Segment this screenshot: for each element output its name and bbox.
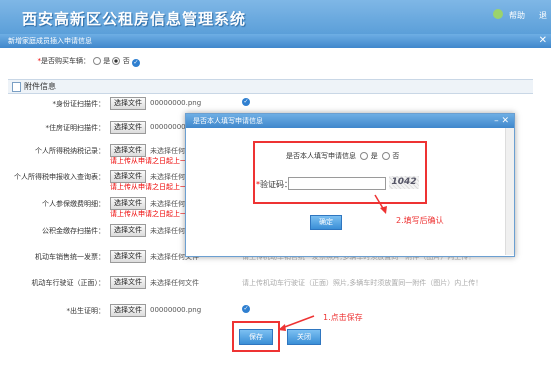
- check-icon: ✓: [242, 305, 250, 313]
- car-purchase-label: *是否购买车辆：: [37, 57, 91, 65]
- file-name: 未选择任何: [150, 200, 185, 208]
- dialog-title: 新增家庭成员插入申请信息: [8, 37, 92, 45]
- upload-warning: 请上传从申请之日起上一: [110, 210, 187, 218]
- self-fill-modal: 是否本人填写申请信息 – ✕ 是否本人填写申请信息 是 否 *验证码： 1042…: [185, 113, 515, 257]
- car-yes-radio[interactable]: [93, 57, 101, 65]
- section-attachments: 附件信息: [8, 79, 533, 94]
- close-icon[interactable]: – ✕: [494, 114, 509, 128]
- file-name: 00000000.png: [150, 99, 202, 107]
- help-icon[interactable]: [493, 9, 503, 19]
- choose-file-button[interactable]: 选择文件: [110, 97, 146, 110]
- self-yes-label: 是: [370, 152, 378, 160]
- upload-hint: 请上传机动车行驶证（正面）照片,多辆车时须放置同一附件（图片）内上传！: [242, 279, 483, 287]
- row-id-card: *身份证扫描件： 选择文件 00000000.png ✓: [0, 95, 540, 113]
- modal-title: 是否本人填写申请信息: [193, 117, 263, 125]
- car-no-radio[interactable]: [112, 57, 121, 65]
- upload-warning: 请上传从申请之日起上一: [110, 157, 187, 165]
- row-label: 机动车销售统一发票：: [35, 253, 105, 261]
- row-label: *出生证明：: [66, 307, 106, 315]
- confirm-button[interactable]: 确定: [310, 215, 342, 230]
- row-label: 个人参保缴费明细：: [42, 200, 105, 208]
- captcha-image[interactable]: 1042: [389, 176, 419, 189]
- row-label: 个人所得税纳税记录：: [35, 147, 105, 155]
- file-name: 00000000.png: [150, 306, 202, 314]
- self-no-label: 否: [392, 152, 400, 160]
- system-title: 西安高新区公租房信息管理系统: [22, 10, 247, 28]
- dialog-titlebar: 新增家庭成员插入申请信息 ✕: [0, 34, 551, 48]
- choose-file-button[interactable]: 选择文件: [110, 250, 146, 263]
- modal-scrollbar[interactable]: [505, 128, 514, 255]
- check-icon: ✓: [131, 59, 140, 67]
- car-purchase-row: *是否购买车辆： 是 否 ✓: [0, 53, 540, 67]
- annotation-step2: 2.填写后确认: [396, 216, 444, 225]
- section-title: 附件信息: [24, 82, 56, 91]
- check-icon: ✓: [242, 98, 250, 106]
- captcha-label: *验证码：: [256, 180, 292, 189]
- arrow-icon: [278, 315, 315, 331]
- row-label: 机动车行驶证（正面）：: [31, 279, 106, 287]
- choose-file-button[interactable]: 选择文件: [110, 276, 146, 289]
- save-highlight-box: [232, 321, 280, 352]
- car-no-label: 否: [122, 57, 130, 65]
- help-link[interactable]: 帮助: [509, 10, 525, 21]
- row-birth-cert: *出生证明： 选择文件 00000000.png ✓: [0, 302, 540, 320]
- file-name: 未选择任何文件: [150, 279, 199, 287]
- choose-file-button[interactable]: 选择文件: [110, 224, 146, 237]
- exit-link[interactable]: 退: [539, 10, 547, 21]
- file-name: 未选择任何: [150, 227, 185, 235]
- self-no-radio[interactable]: [382, 152, 391, 160]
- self-fill-question: 是否本人填写申请信息 是 否: [286, 152, 400, 160]
- close-icon[interactable]: ✕: [539, 34, 547, 48]
- choose-file-button[interactable]: 选择文件: [110, 121, 146, 134]
- captcha-input[interactable]: [288, 177, 386, 190]
- row-vehicle-license: 机动车行驶证（正面）： 选择文件 未选择任何文件 请上传机动车行驶证（正面）照片…: [0, 274, 540, 292]
- row-label: 公积金缴存扫描件：: [42, 227, 105, 235]
- file-name: 未选择任何: [150, 173, 185, 181]
- arrow-icon: [374, 194, 387, 214]
- annotation-step1: 1.点击保存: [323, 313, 363, 322]
- upload-warning: 请上传从申请之日起上一: [110, 183, 187, 191]
- car-yes-label: 是: [103, 57, 111, 65]
- file-name: 未选择任何: [150, 147, 185, 155]
- document-icon: [12, 81, 21, 92]
- row-label: *身份证扫描件：: [52, 100, 106, 108]
- row-label: 个人所得税申报收入查询表：: [14, 173, 105, 181]
- modal-titlebar: 是否本人填写申请信息 – ✕: [186, 114, 514, 128]
- self-yes-radio[interactable]: [360, 152, 369, 160]
- system-header: 西安高新区公租房信息管理系统 帮助 退: [0, 0, 551, 34]
- choose-file-button[interactable]: 选择文件: [110, 304, 146, 317]
- row-label: *住房证明扫描件：: [45, 124, 106, 132]
